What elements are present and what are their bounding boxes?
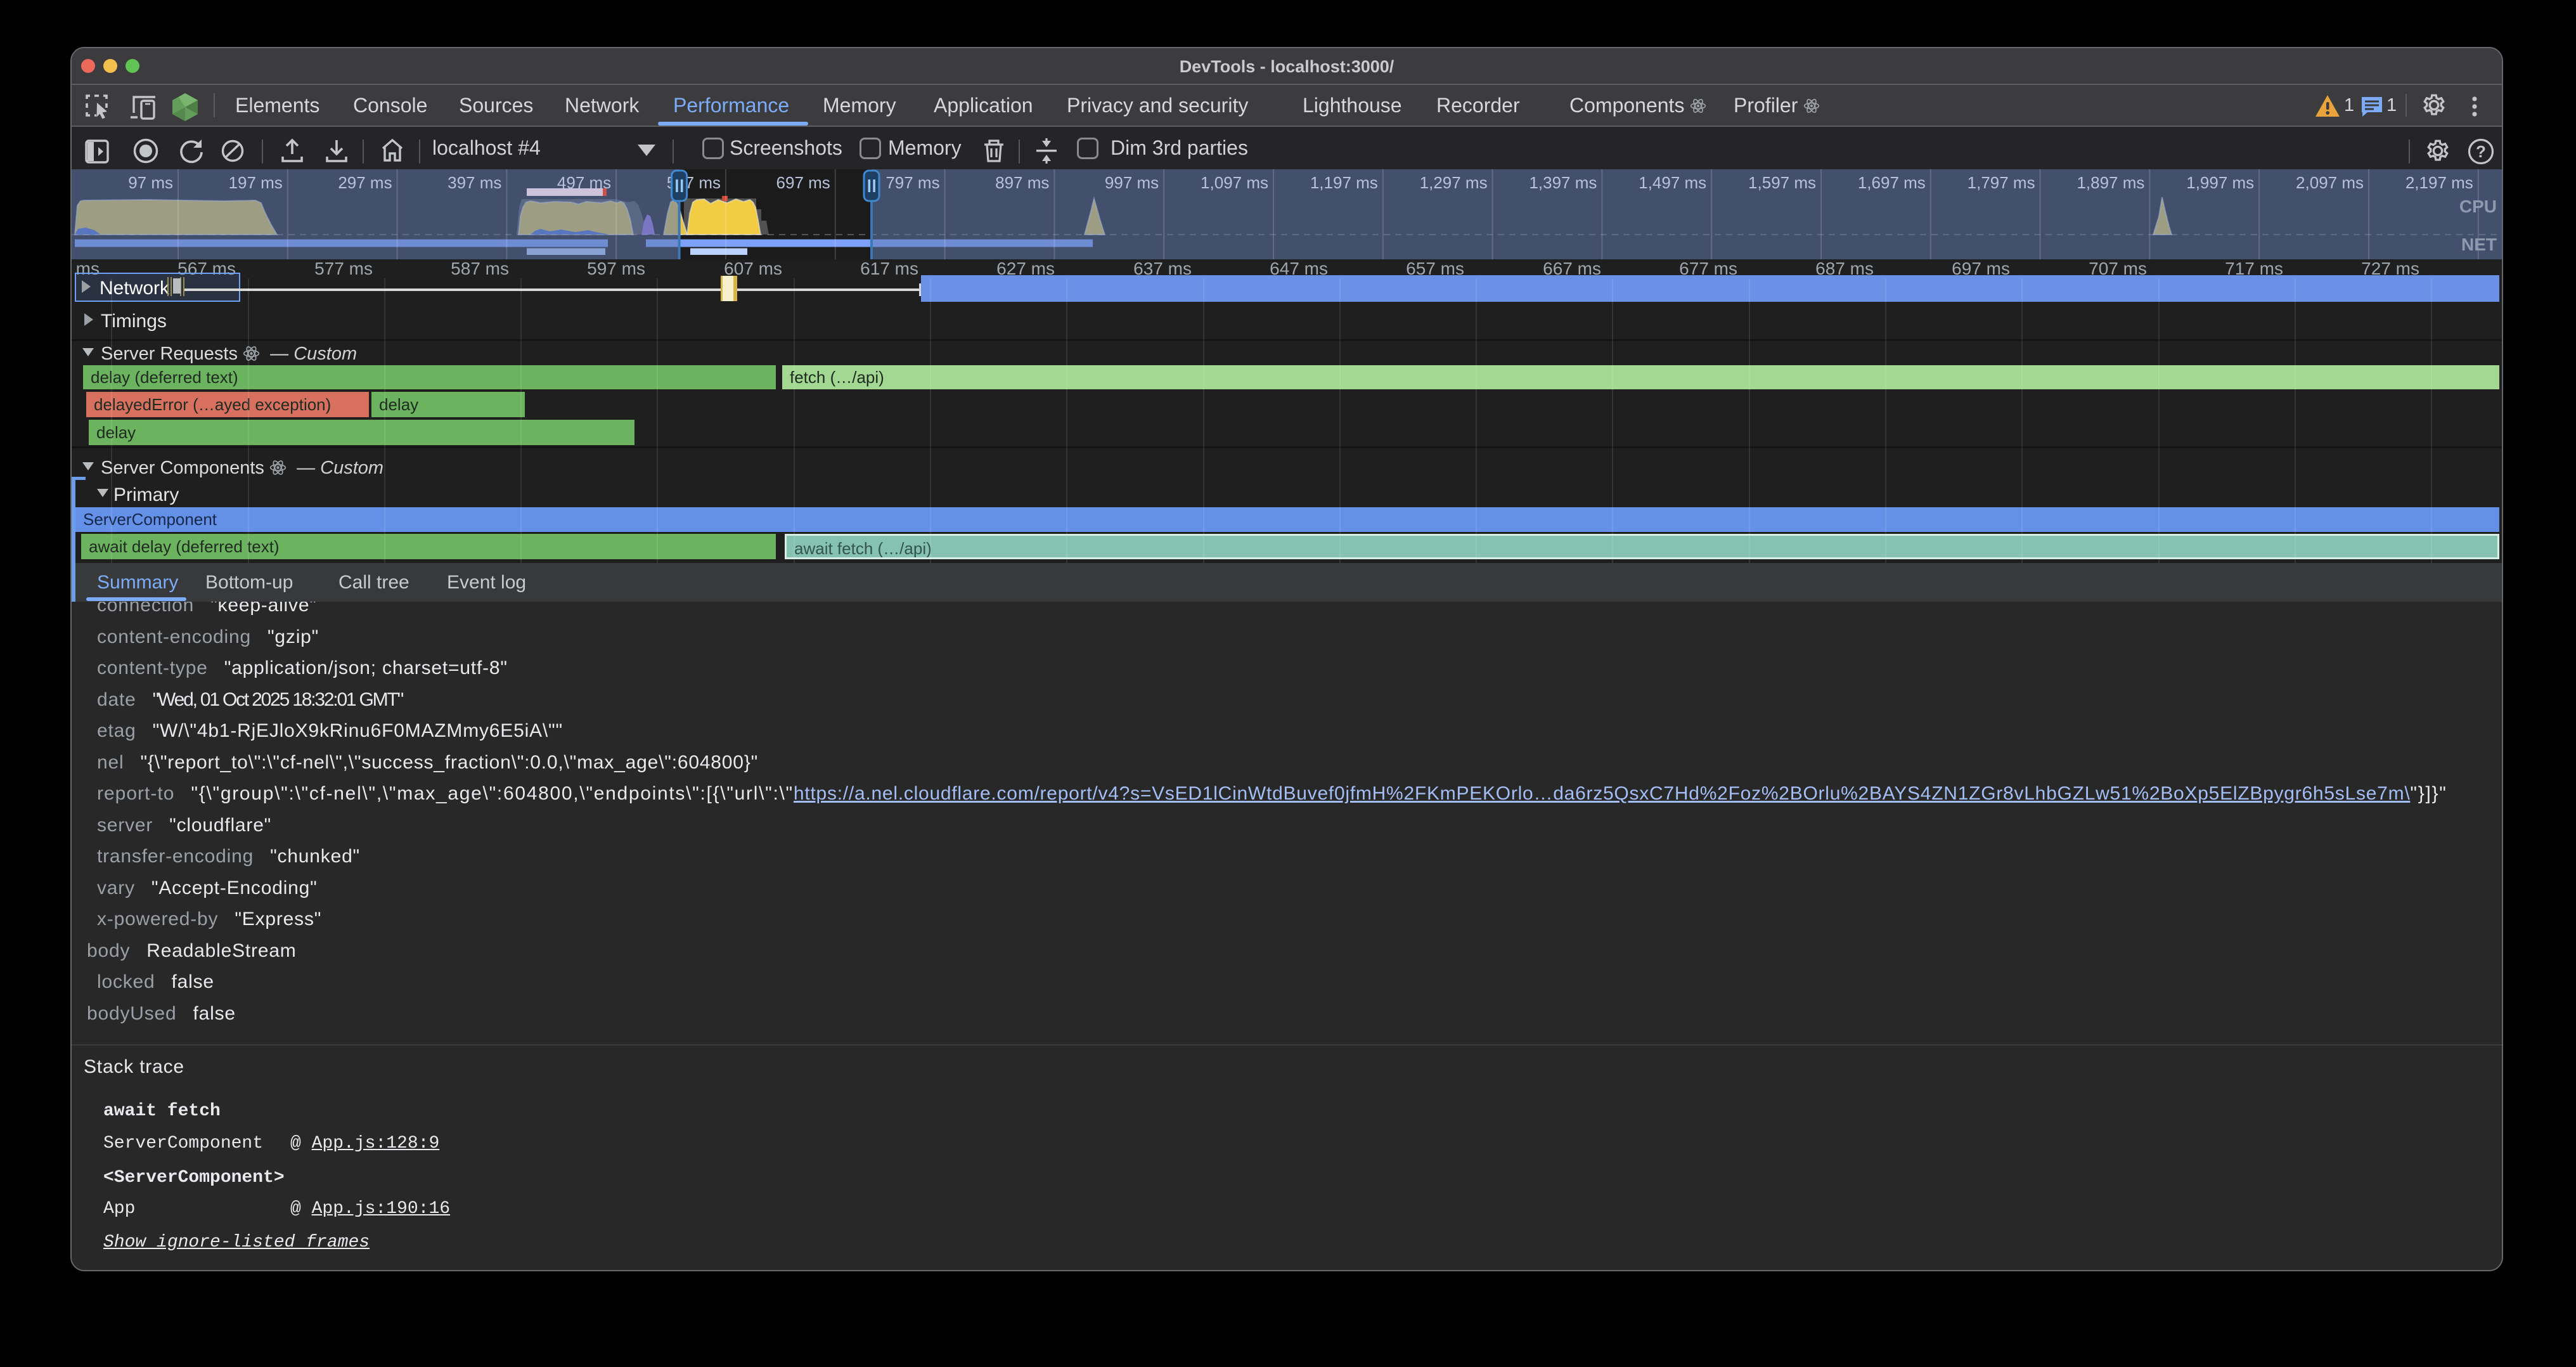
svg-text:497 ms: 497 ms — [557, 173, 611, 192]
svg-text:897 ms: 897 ms — [995, 173, 1049, 192]
svg-text:1,497 ms: 1,497 ms — [1639, 173, 1706, 192]
svg-text:397 ms: 397 ms — [448, 173, 501, 192]
svg-text:697 ms: 697 ms — [776, 173, 830, 192]
svg-text:2,197 ms: 2,197 ms — [2405, 173, 2473, 192]
svg-text:1,597 ms: 1,597 ms — [1748, 173, 1816, 192]
svg-text:797 ms: 797 ms — [886, 173, 939, 192]
svg-text:2,097 ms: 2,097 ms — [2296, 173, 2364, 192]
svg-text:1,797 ms: 1,797 ms — [1967, 173, 2035, 192]
svg-text:NET: NET — [2461, 235, 2497, 254]
svg-text:1,097 ms: 1,097 ms — [1201, 173, 1268, 192]
svg-text:1,997 ms: 1,997 ms — [2186, 173, 2254, 192]
svg-text:1,397 ms: 1,397 ms — [1529, 173, 1597, 192]
svg-text:997 ms: 997 ms — [1105, 173, 1159, 192]
svg-text:197 ms: 197 ms — [229, 173, 283, 192]
svg-text:CPU: CPU — [2459, 197, 2497, 216]
svg-text:97 ms: 97 ms — [128, 173, 173, 192]
svg-text:1,197 ms: 1,197 ms — [1310, 173, 1378, 192]
svg-text:1,297 ms: 1,297 ms — [1420, 173, 1488, 192]
svg-text:1,897 ms: 1,897 ms — [2077, 173, 2144, 192]
svg-text:297 ms: 297 ms — [338, 173, 392, 192]
svg-text:1,697 ms: 1,697 ms — [1858, 173, 1926, 192]
svg-text:?: ? — [2476, 142, 2486, 161]
